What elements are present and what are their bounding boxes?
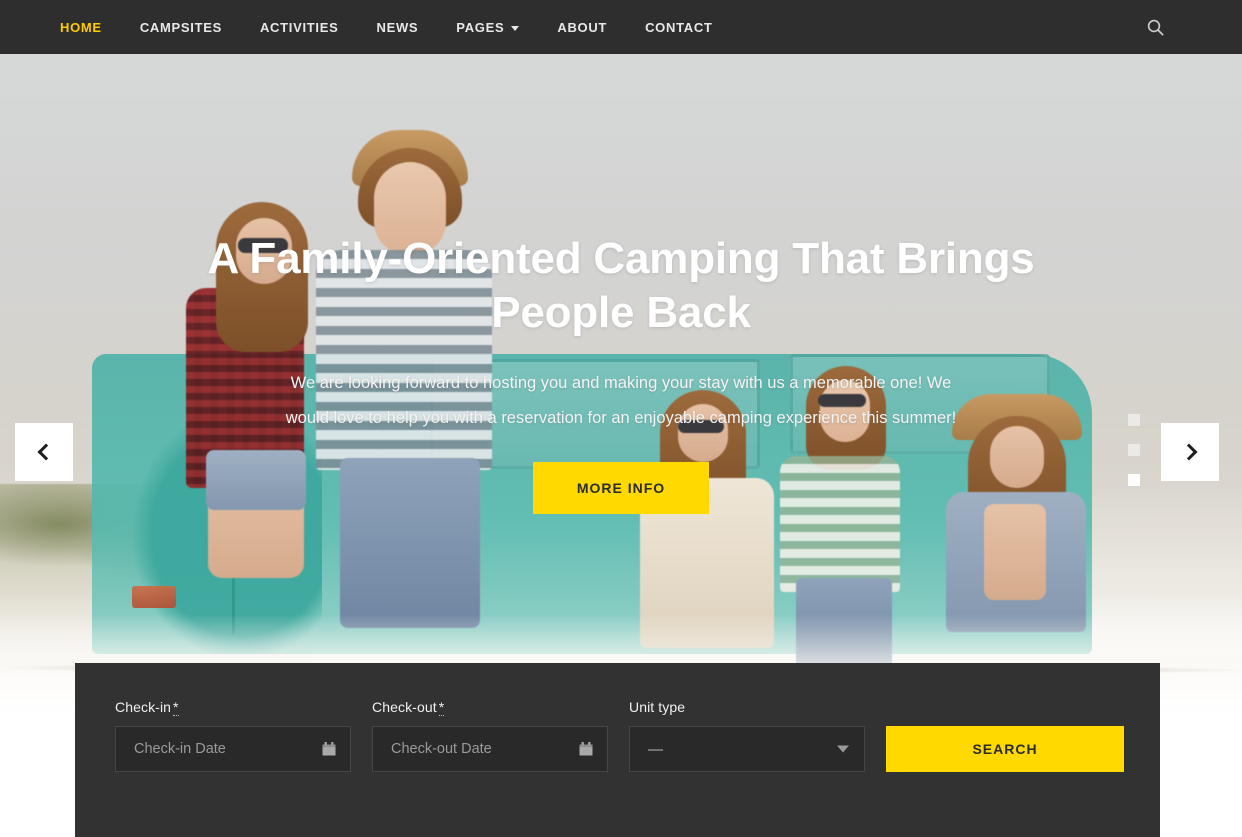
nav-item-about-label: ABOUT (557, 19, 608, 35)
unit-type-selected-value: — (648, 740, 663, 758)
booking-search-button[interactable]: SEARCH (886, 726, 1124, 772)
nav-item-home-label: HOME (60, 19, 102, 35)
unit-type-field-group: Unit type — (629, 699, 865, 772)
slider-dot-3[interactable] (1128, 474, 1140, 486)
booking-search-panel: Check-in* Check-out* (75, 663, 1160, 837)
slider-dot-1[interactable] (1128, 414, 1140, 426)
nav-item-pages[interactable]: PAGES (456, 0, 520, 54)
nav-item-campsites[interactable]: CAMPSITES (140, 0, 222, 54)
nav-item-news-label: NEWS (376, 19, 419, 35)
slider-prev-button[interactable] (15, 423, 73, 481)
checkout-date-input[interactable] (373, 727, 607, 771)
booking-form: Check-in* Check-out* (115, 699, 1124, 772)
chevron-right-icon (1180, 443, 1197, 461)
checkin-label: Check-in * (115, 699, 351, 716)
hero-photo-figure5-torso (984, 504, 1046, 600)
nav-menu: HOME CAMPSITES ACTIVITIES NEWS PAGES ABO… (60, 0, 751, 54)
nav-item-activities-label: ACTIVITIES (259, 19, 339, 35)
checkout-input-wrap[interactable] (372, 726, 608, 772)
hero-subtitle: We are looking forward to hosting you an… (285, 374, 957, 427)
checkin-required-marker: * (173, 699, 179, 716)
chevron-down-icon (511, 25, 520, 31)
hero-title: A Family-Oriented Camping That Brings Pe… (207, 234, 1035, 337)
checkout-required-marker: * (438, 699, 445, 716)
chevron-left-icon (37, 443, 54, 461)
nav-item-about[interactable]: ABOUT (557, 0, 607, 54)
hero-photo-van-taillight (132, 586, 176, 608)
page-root: HOME CAMPSITES ACTIVITIES NEWS PAGES ABO… (0, 0, 1242, 837)
slider-next-button[interactable] (1161, 423, 1219, 481)
nav-item-home[interactable]: HOME (60, 0, 102, 54)
main-navigation-bar: HOME CAMPSITES ACTIVITIES NEWS PAGES ABO… (0, 0, 1242, 54)
search-icon (1147, 19, 1163, 35)
search-toggle-button[interactable] (1140, 0, 1170, 54)
slider-pagination (1128, 414, 1140, 486)
unit-type-label: Unit type (629, 699, 686, 715)
hero-content: A Family-Oriented Camping That Brings Pe… (0, 54, 1242, 514)
nav-item-activities[interactable]: ACTIVITIES (260, 0, 339, 54)
nav-item-news[interactable]: NEWS (376, 0, 418, 54)
slider-dot-2[interactable] (1128, 444, 1140, 456)
checkin-input-wrap[interactable] (115, 726, 351, 772)
nav-item-pages-label: PAGES (456, 19, 505, 35)
checkout-field-group: Check-out * (372, 699, 608, 772)
nav-item-contact[interactable]: CONTACT (645, 0, 712, 54)
checkin-field-group: Check-in * (115, 699, 351, 772)
checkin-date-input[interactable] (116, 727, 350, 771)
checkout-label-text: Check-out (372, 699, 437, 715)
checkout-label: Check-out * (372, 699, 608, 716)
unit-type-select[interactable]: — (629, 726, 865, 772)
chevron-down-icon (837, 745, 849, 753)
more-info-button[interactable]: MORE INFO (532, 462, 710, 514)
nav-item-campsites-label: CAMPSITES (139, 19, 222, 35)
checkin-label-text: Check-in (115, 699, 172, 715)
nav-item-contact-label: CONTACT (645, 19, 713, 35)
